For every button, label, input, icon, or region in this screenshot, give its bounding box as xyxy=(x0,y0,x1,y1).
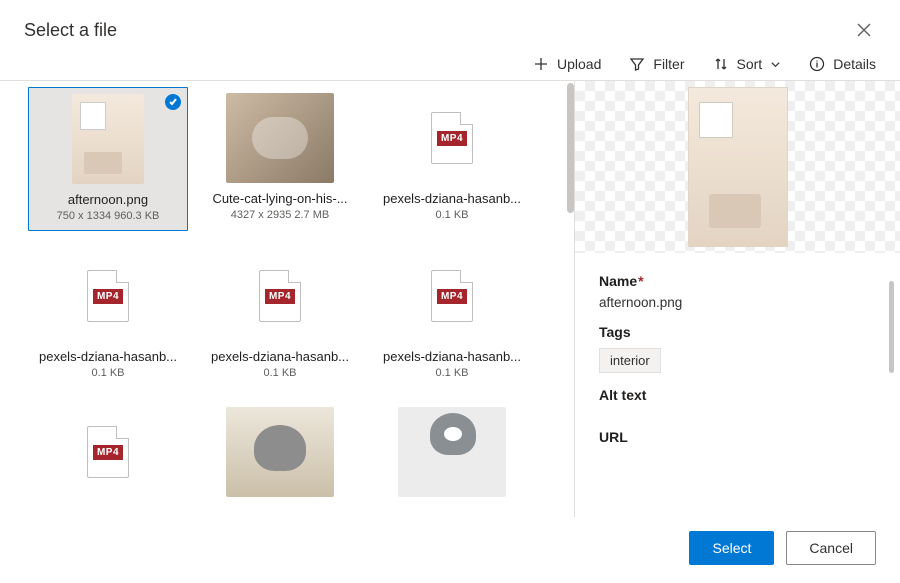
file-tile[interactable]: MP4 pexels-dziana-hasanb... 0.1 KB xyxy=(372,87,532,231)
file-thumbnail xyxy=(398,407,506,497)
file-tile[interactable]: MP4 pexels-dziana-hasanb... 0.1 KB xyxy=(200,245,360,387)
filter-label: Filter xyxy=(653,56,684,72)
file-meta: 4327 x 2935 2.7 MB xyxy=(231,209,329,221)
file-tile[interactable]: MP4 pexels-dziana-hasanb... 0.1 KB xyxy=(372,245,532,387)
alt-text-field-label: Alt text xyxy=(599,387,876,403)
sort-button[interactable]: Sort xyxy=(713,56,782,72)
preview-image xyxy=(688,87,788,247)
mp4-file-icon: MP4 xyxy=(431,112,473,164)
close-button[interactable] xyxy=(852,18,876,42)
file-tile[interactable]: MP4 xyxy=(28,401,188,505)
file-thumbnail xyxy=(226,407,334,497)
upload-button[interactable]: Upload xyxy=(533,56,601,72)
details-button[interactable]: Details xyxy=(809,56,876,72)
grid-scrollbar[interactable] xyxy=(567,83,574,213)
file-thumbnail: MP4 xyxy=(397,251,507,341)
sort-icon xyxy=(713,56,729,72)
close-icon xyxy=(857,23,871,37)
file-thumbnail xyxy=(226,93,334,183)
chevron-down-icon xyxy=(770,59,781,70)
file-name: pexels-dziana-hasanb... xyxy=(383,349,521,364)
panel-scrollbar[interactable] xyxy=(889,281,894,373)
file-name: pexels-dziana-hasanb... xyxy=(39,349,177,364)
tag-chip[interactable]: interior xyxy=(599,348,661,373)
file-thumbnail: MP4 xyxy=(397,93,507,183)
dialog-header: Select a file xyxy=(0,0,900,42)
file-meta: 0.1 KB xyxy=(435,367,468,379)
file-tile[interactable]: MP4 pexels-dziana-hasanb... 0.1 KB xyxy=(28,245,188,387)
details-label: Details xyxy=(833,56,876,72)
name-field-value[interactable]: afternoon.png xyxy=(599,295,876,310)
file-name: Cute-cat-lying-on-his-... xyxy=(212,191,347,206)
details-panel: Name afternoon.png Tags interior Alt tex… xyxy=(574,81,900,517)
mp4-file-icon: MP4 xyxy=(87,270,129,322)
content-area: afternoon.png 750 x 1334 960.3 KB Cute-cat… xyxy=(0,81,900,517)
sort-label: Sort xyxy=(737,56,763,72)
file-tile[interactable]: Cute-cat-lying-on-his-... 4327 x 2935 2.7… xyxy=(200,87,360,231)
file-thumbnail xyxy=(72,94,144,184)
file-meta: 0.1 KB xyxy=(435,209,468,221)
file-picker-dialog: Select a file Upload Filter Sort Details… xyxy=(0,0,900,583)
mp4-file-icon: MP4 xyxy=(431,270,473,322)
mp4-file-icon: MP4 xyxy=(87,426,129,478)
url-field-label: URL xyxy=(599,429,876,445)
cancel-button[interactable]: Cancel xyxy=(786,531,876,565)
name-field-label: Name xyxy=(599,273,876,289)
file-meta: 0.1 KB xyxy=(91,367,124,379)
filter-button[interactable]: Filter xyxy=(629,56,684,72)
file-grid: afternoon.png 750 x 1334 960.3 KB Cute-cat… xyxy=(28,87,566,505)
file-tile[interactable] xyxy=(200,401,360,505)
info-icon xyxy=(809,56,825,72)
plus-icon xyxy=(533,56,549,72)
file-meta: 750 x 1334 960.3 KB xyxy=(57,210,160,222)
upload-label: Upload xyxy=(557,56,601,72)
file-tile[interactable] xyxy=(372,401,532,505)
preview-area xyxy=(575,81,900,253)
dialog-title: Select a file xyxy=(24,20,117,41)
dialog-footer: Select Cancel xyxy=(0,517,900,583)
toolbar: Upload Filter Sort Details xyxy=(0,42,900,81)
filter-icon xyxy=(629,56,645,72)
file-tile[interactable]: afternoon.png 750 x 1334 960.3 KB xyxy=(28,87,188,231)
file-name: afternoon.png xyxy=(68,192,148,207)
metadata-section: Name afternoon.png Tags interior Alt tex… xyxy=(575,253,900,455)
file-name: pexels-dziana-hasanb... xyxy=(211,349,349,364)
file-thumbnail: MP4 xyxy=(53,251,163,341)
file-thumbnail: MP4 xyxy=(53,407,163,497)
file-name: pexels-dziana-hasanb... xyxy=(383,191,521,206)
select-button[interactable]: Select xyxy=(689,531,774,565)
selected-check-icon xyxy=(165,94,181,110)
mp4-file-icon: MP4 xyxy=(259,270,301,322)
tags-field-label: Tags xyxy=(599,324,876,340)
file-thumbnail: MP4 xyxy=(225,251,335,341)
file-meta: 0.1 KB xyxy=(263,367,296,379)
file-grid-container: afternoon.png 750 x 1334 960.3 KB Cute-cat… xyxy=(0,81,574,517)
